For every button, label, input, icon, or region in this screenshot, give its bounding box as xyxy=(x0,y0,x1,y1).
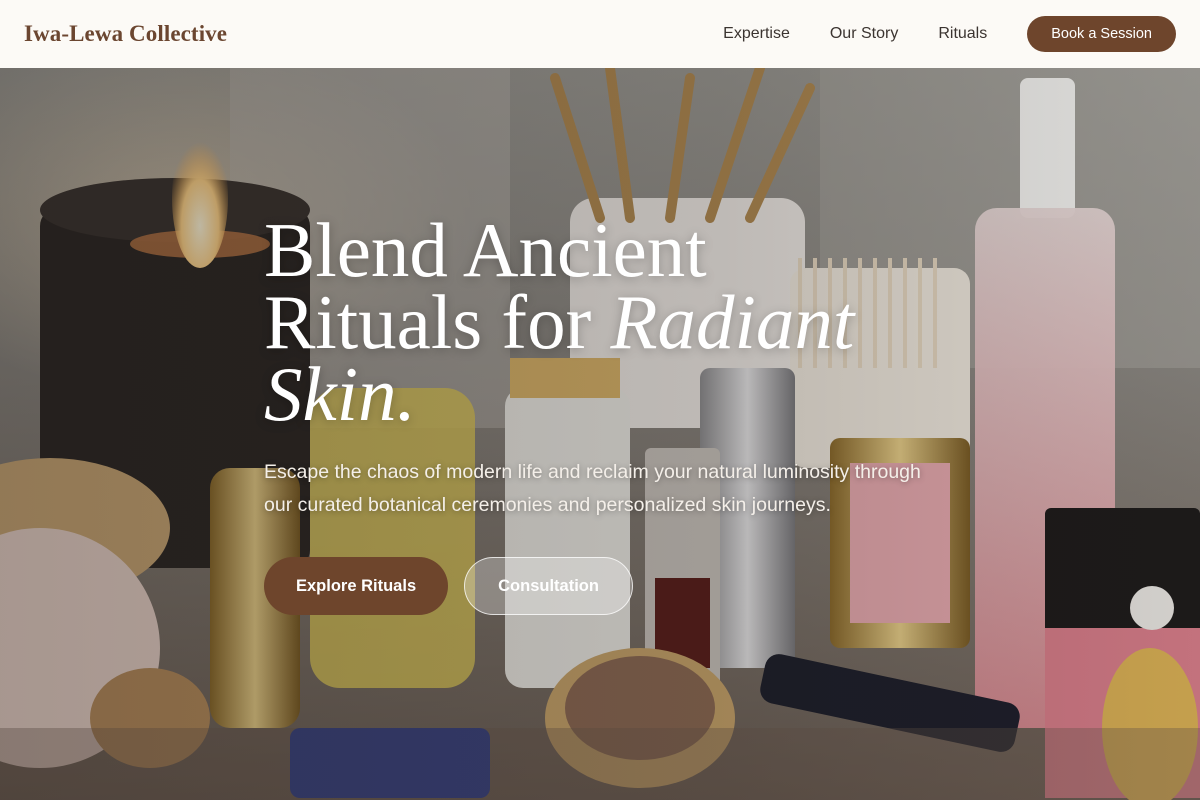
consultation-button[interactable]: Consultation xyxy=(464,557,633,615)
brand-logo[interactable]: Iwa-Lewa Collective xyxy=(24,21,227,47)
nav-links: Expertise Our Story Rituals xyxy=(723,25,987,43)
explore-rituals-button[interactable]: Explore Rituals xyxy=(264,557,449,615)
headline-line-3-italic: Skin. xyxy=(264,351,416,437)
top-navigation: Iwa-Lewa Collective Expertise Our Story … xyxy=(0,0,1200,68)
hero-headline: Blend Ancient Rituals for Radiant Skin. xyxy=(264,212,944,433)
hero-section: Blend Ancient Rituals for Radiant Skin. … xyxy=(0,68,1200,800)
nav-link-rituals[interactable]: Rituals xyxy=(938,25,987,43)
book-session-button[interactable]: Book a Session xyxy=(1027,16,1176,52)
hero-subtitle: Escape the chaos of modern life and recl… xyxy=(264,461,921,516)
nav-link-our-story[interactable]: Our Story xyxy=(830,25,898,43)
hero-content: Blend Ancient Rituals for Radiant Skin. … xyxy=(264,212,944,615)
hero-actions: Explore Rituals Consultation xyxy=(264,557,944,615)
headline-line-2-italic: Radiant xyxy=(610,279,855,365)
nav-link-expertise[interactable]: Expertise xyxy=(723,25,790,43)
